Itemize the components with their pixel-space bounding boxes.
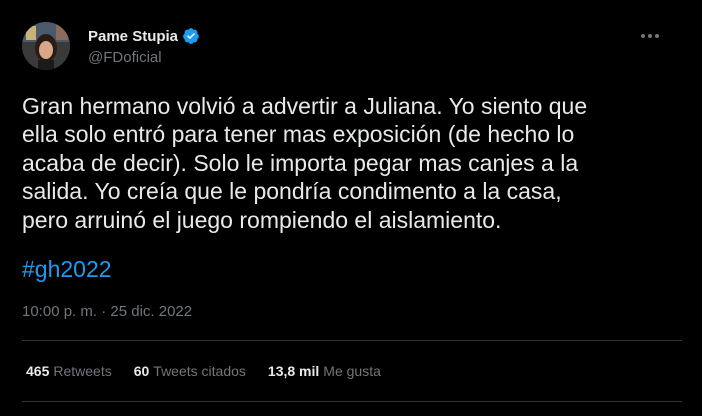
avatar[interactable]: [22, 22, 70, 70]
likes-count: 13,8 mil: [267, 363, 320, 379]
retweets-count: 465: [26, 363, 50, 379]
verified-badge-icon: [183, 28, 199, 44]
tweet-text: Gran hermano volvió a advertir a Juliana…: [22, 93, 588, 233]
retweets-label: Retweets: [53, 363, 112, 379]
hashtag-link[interactable]: #gh2022: [22, 256, 112, 283]
author-info: Pame Stupia @FDoficial: [88, 26, 200, 66]
display-name[interactable]: Pame Stupia: [88, 28, 178, 45]
handle[interactable]: @FDoficial: [88, 49, 200, 66]
tweet-stats: 465 Retweets 60 Tweets citados 13,8 mil Me …: [26, 363, 403, 379]
retweets-stat[interactable]: 465 Retweets: [26, 363, 112, 379]
avatar-image: [22, 22, 70, 70]
quotes-count: 60: [133, 363, 150, 379]
divider-top: [22, 340, 682, 341]
quotes-stat[interactable]: 60 Tweets citados: [134, 363, 246, 379]
quotes-label: Tweets citados: [153, 363, 246, 379]
tweet-timestamp[interactable]: 10:00 p. m. · 25 dic. 2022: [22, 303, 192, 320]
tweet-card: Pame Stupia @FDoficial Gran hermano volv…: [0, 0, 702, 416]
more-options-icon[interactable]: [636, 26, 664, 46]
divider-bottom: [22, 401, 682, 402]
likes-stat[interactable]: 13,8 mil Me gusta: [268, 363, 381, 379]
likes-label: Me gusta: [323, 363, 381, 379]
